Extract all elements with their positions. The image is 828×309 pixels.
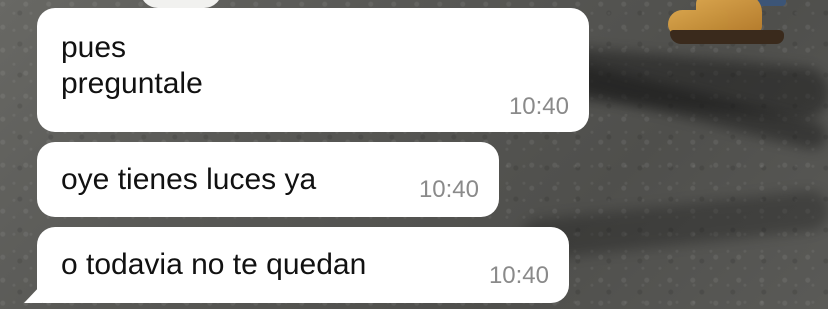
- message-text: o todavia no te quedan: [61, 248, 367, 281]
- wallpaper-white-object: [140, 0, 222, 8]
- message-bubble[interactable]: oye tienes luces ya 10:40: [37, 142, 499, 217]
- message-bubble[interactable]: o todavia no te quedan 10:40: [37, 227, 569, 303]
- wallpaper-boot: [668, 0, 786, 48]
- message-timestamp: 10:40: [488, 262, 549, 290]
- message-timestamp: 10:40: [418, 176, 479, 204]
- message-timestamp: 10:40: [508, 93, 569, 121]
- message-bubble[interactable]: pues preguntale 10:40: [37, 8, 589, 132]
- message-text: oye tienes luces ya: [61, 163, 317, 196]
- wallpaper-shadow: [560, 59, 828, 153]
- message-text: pues preguntale: [61, 31, 203, 100]
